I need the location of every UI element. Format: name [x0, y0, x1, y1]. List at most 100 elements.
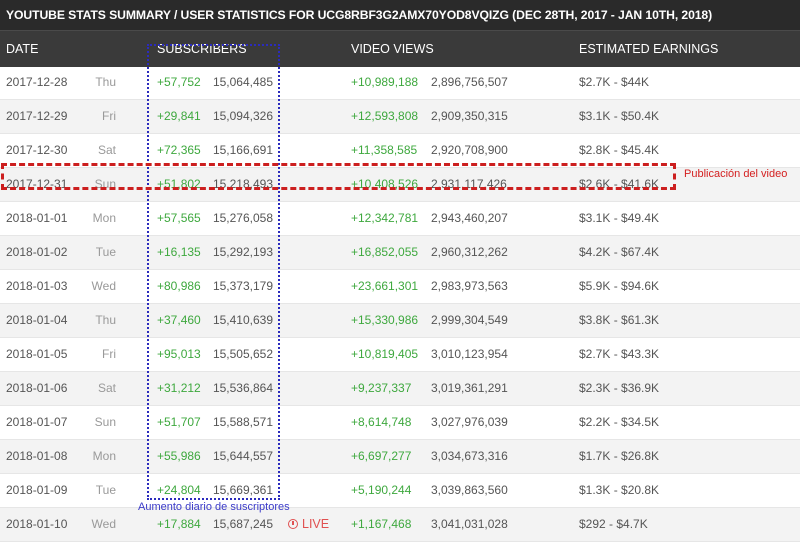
row-weekday: Fri — [102, 347, 116, 361]
views-change: +5,190,244 — [351, 483, 412, 497]
table-row: 2018-01-01 Mon +57,565 15,276,058 +12,342,78… — [0, 202, 800, 236]
clock-icon — [288, 519, 298, 529]
views-total: 2,943,460,207 — [431, 211, 508, 225]
row-weekday: Sun — [94, 177, 116, 191]
subscriber-change: +51,707 — [157, 415, 201, 429]
table-row: 2018-01-02 Tue +16,135 15,292,193 +16,852,05… — [0, 236, 800, 270]
row-date: 2018-01-05 — [6, 347, 68, 361]
row-date: 2017-12-28 — [6, 75, 68, 89]
live-label: LIVE — [302, 517, 330, 531]
row-date: 2017-12-31 — [6, 177, 68, 191]
row-date: 2017-12-29 — [6, 109, 68, 123]
table-row: 2017-12-30 Sat +72,365 15,166,691 +11,358,58… — [0, 134, 800, 168]
subscriber-change: +16,135 — [157, 245, 201, 259]
views-change: +23,661,301 — [351, 279, 419, 293]
subscriber-total: 15,373,179 — [212, 279, 273, 293]
table-row: 2018-01-05 Fri +95,013 15,505,652 +10,819,40… — [0, 338, 800, 372]
views-total: 2,983,973,563 — [431, 279, 508, 293]
row-weekday: Fri — [102, 109, 116, 123]
views-change: +9,237,337 — [351, 381, 412, 395]
row-date: 2018-01-03 — [6, 279, 68, 293]
views-total: 2,999,304,549 — [431, 313, 508, 327]
subscriber-change: +51,802 — [157, 177, 201, 191]
views-total: 2,896,756,507 — [431, 75, 508, 89]
views-change: +8,614,748 — [351, 415, 412, 429]
row-weekday: Thu — [95, 313, 116, 327]
subscriber-change: +37,460 — [157, 313, 201, 327]
row-weekday: Tue — [95, 483, 116, 497]
views-total: 2,960,312,262 — [431, 245, 508, 259]
subscriber-change: +29,841 — [157, 109, 201, 123]
column-header-video-views[interactable]: VIDEO VIEWS — [351, 31, 434, 67]
views-change: +15,330,986 — [351, 313, 419, 327]
subscriber-change: +80,986 — [157, 279, 201, 293]
views-change: +12,593,808 — [351, 109, 419, 123]
views-total: 2,931,117,426 — [431, 177, 507, 191]
table-row: 2018-01-10 Wed +17,884 15,687,245 +1,167,468… — [0, 508, 800, 542]
column-header-earnings[interactable]: ESTIMATED EARNINGS — [579, 31, 718, 67]
table-row: 2018-01-06 Sat +31,212 15,536,864 +9,237,337… — [0, 372, 800, 406]
page-title: YOUTUBE STATS SUMMARY / USER STATISTICS … — [0, 0, 800, 30]
views-total: 3,010,123,954 — [431, 347, 508, 361]
views-change: +12,342,781 — [351, 211, 419, 225]
estimated-earnings: $3.8K - $61.3K — [579, 313, 660, 327]
row-weekday: Sat — [97, 381, 116, 395]
estimated-earnings: $2.8K - $45.4K — [579, 143, 660, 157]
estimated-earnings: $4.2K - $67.4K — [579, 245, 660, 259]
row-date: 2018-01-08 — [6, 449, 68, 463]
estimated-earnings: $1.7K - $26.8K — [579, 449, 660, 463]
table-row: 2018-01-08 Mon +55,986 15,644,557 +6,697,277… — [0, 440, 800, 474]
row-weekday: Mon — [92, 211, 116, 225]
row-weekday: Sat — [97, 143, 116, 157]
views-change: +1,167,468 — [351, 517, 412, 531]
row-weekday: Sun — [94, 415, 116, 429]
views-change: +10,989,188 — [351, 75, 419, 89]
subscriber-change: +57,565 — [157, 211, 201, 225]
subscriber-total: 15,218,493 — [212, 177, 273, 191]
row-weekday: Mon — [92, 449, 116, 463]
estimated-earnings: $5.9K - $94.6K — [579, 279, 660, 293]
table-row: 2018-01-03 Wed +80,986 15,373,179 +23,661,30… — [0, 270, 800, 304]
views-total: 3,039,863,560 — [431, 483, 508, 497]
estimated-earnings: $2.3K - $36.9K — [579, 381, 660, 395]
subscriber-total: 15,292,193 — [212, 245, 273, 259]
subscriber-total: 15,644,557 — [212, 449, 273, 463]
views-total: 2,909,350,315 — [431, 109, 508, 123]
table-header: DATE SUBSCRIBERS VIDEO VIEWS ESTIMATED E… — [0, 30, 800, 67]
column-header-subscribers[interactable]: SUBSCRIBERS — [157, 31, 247, 67]
table-row: 2017-12-29 Fri +29,841 15,094,326 +12,593,80… — [0, 100, 800, 134]
subscriber-change: +57,752 — [157, 75, 201, 89]
subscriber-change: +55,986 — [157, 449, 201, 463]
views-change: +10,819,405 — [351, 347, 419, 361]
table-row: 2017-12-31 Sun +51,802 15,218,493 +10,408,52… — [0, 168, 800, 202]
views-change: +10,408,526 — [351, 177, 419, 191]
column-header-date[interactable]: DATE — [6, 31, 38, 67]
subscriber-total: 15,588,571 — [212, 415, 273, 429]
row-weekday: Wed — [91, 517, 116, 531]
views-total: 2,920,708,900 — [431, 143, 508, 157]
row-date: 2018-01-10 — [6, 517, 68, 531]
row-weekday: Wed — [91, 279, 116, 293]
subscriber-total: 15,276,058 — [212, 211, 273, 225]
subscriber-total: 15,410,639 — [212, 313, 273, 327]
estimated-earnings: $1.3K - $20.8K — [579, 483, 660, 497]
subscriber-total: 15,166,691 — [212, 143, 273, 157]
views-total: 3,019,361,291 — [431, 381, 508, 395]
subscriber-total: 15,094,326 — [212, 109, 273, 123]
subscriber-total: 15,064,485 — [212, 75, 273, 89]
estimated-earnings: $2.7K - $43.3K — [579, 347, 660, 361]
subscriber-total: 15,536,864 — [212, 381, 273, 395]
views-change: +11,358,585 — [351, 143, 418, 157]
table-row: 2018-01-09 Tue +24,804 15,669,361 +5,190,244… — [0, 474, 800, 508]
row-weekday: Thu — [95, 75, 116, 89]
estimated-earnings: $2.6K - $41.6K — [579, 177, 660, 191]
row-date: 2018-01-04 — [6, 313, 68, 327]
row-date: 2018-01-09 — [6, 483, 68, 497]
live-indicator: LIVE — [288, 508, 329, 541]
estimated-earnings: $3.1K - $50.4K — [579, 109, 660, 123]
row-date: 2018-01-06 — [6, 381, 68, 395]
subscribers-caption: Aumento diario de suscriptores — [138, 501, 290, 513]
subscriber-change: +95,013 — [157, 347, 201, 361]
row-date: 2018-01-07 — [6, 415, 68, 429]
row-date: 2018-01-01 — [6, 211, 68, 225]
